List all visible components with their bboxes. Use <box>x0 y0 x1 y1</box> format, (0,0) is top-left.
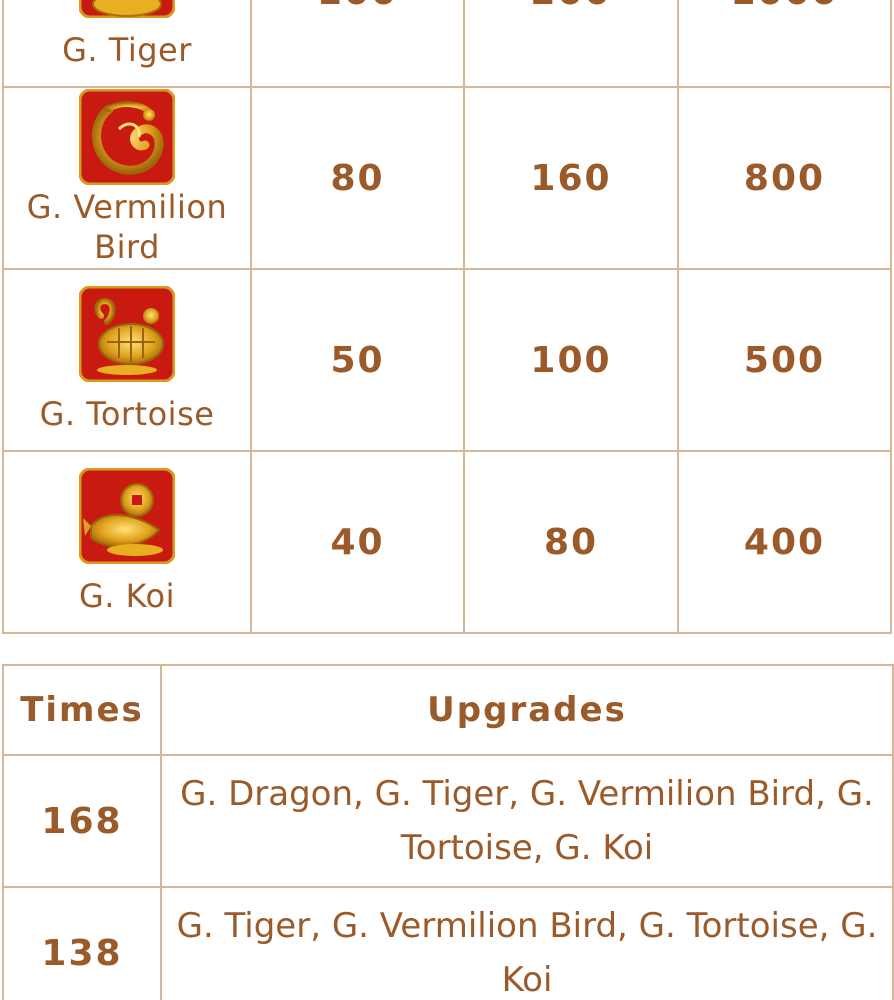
paytable-row-tiger: G. Tiger 100 200 1000 <box>2 0 892 88</box>
upgrades-header-row: Times Upgrades <box>2 664 894 756</box>
payout-cell: 200 <box>463 0 679 88</box>
payout-value: 500 <box>743 339 826 381</box>
symbol-name: G. Tortoise <box>39 395 215 433</box>
payout-value: 50 <box>330 339 385 381</box>
symbol-name: G. Tiger <box>62 31 192 69</box>
payout-cell: 40 <box>250 450 465 634</box>
payout-cell: 80 <box>250 86 465 270</box>
payout-value: 1000 <box>730 0 838 13</box>
golden-tiger-icon <box>79 0 175 18</box>
payout-cell: 80 <box>463 450 679 634</box>
payout-cell: 100 <box>250 0 465 88</box>
paytable-row-vermilion-bird: G. Vermilion Bird 80 160 800 <box>2 86 892 270</box>
symbol-name: G. Vermilion Bird <box>26 188 228 266</box>
golden-tortoise-icon <box>79 286 175 382</box>
payout-value: 100 <box>317 0 398 13</box>
payout-value: 40 <box>330 521 385 563</box>
payout-cell: 800 <box>677 86 892 270</box>
times-value: 138 <box>2 886 162 1000</box>
payout-cell: 400 <box>677 450 892 634</box>
payout-value: 400 <box>743 521 826 563</box>
paytable-row-tortoise: G. Tortoise 50 100 500 <box>2 268 892 452</box>
symbol-cell-tiger: G. Tiger <box>2 0 252 88</box>
payout-value: 80 <box>543 521 599 563</box>
payout-value: 100 <box>530 339 612 381</box>
paytable-page: G. Tiger 100 200 1000 <box>0 0 894 1000</box>
payout-cell: 500 <box>677 268 892 452</box>
golden-koi-icon <box>79 468 175 564</box>
payout-value: 200 <box>530 0 611 13</box>
symbol-cell-tortoise: G. Tortoise <box>2 268 252 452</box>
upgrades-table: Times Upgrades 168 G. Dragon, G. Tiger, … <box>2 664 894 1000</box>
golden-vermilion-bird-icon <box>79 89 175 185</box>
payout-value: 80 <box>330 157 385 199</box>
payout-value: 800 <box>743 157 826 199</box>
payout-cell: 1000 <box>677 0 892 88</box>
upgrades-row: 168 G. Dragon, G. Tiger, G. Vermilion Bi… <box>2 754 894 888</box>
upgrade-list: G. Dragon, G. Tiger, G. Vermilion Bird, … <box>160 754 894 888</box>
symbol-cell-koi: G. Koi <box>2 450 252 634</box>
upgrades-row: 138 G. Tiger, G. Vermilion Bird, G. Tort… <box>2 886 894 1000</box>
symbol-cell-vermilion-bird: G. Vermilion Bird <box>2 86 252 270</box>
payout-cell: 100 <box>463 268 679 452</box>
symbol-name: G. Koi <box>79 577 175 615</box>
upgrades-header: Upgrades <box>160 664 894 756</box>
paytable-row-koi: G. Koi 40 80 400 <box>2 450 892 634</box>
upgrade-list: G. Tiger, G. Vermilion Bird, G. Tortoise… <box>160 886 894 1000</box>
times-header: Times <box>2 664 162 756</box>
symbol-paytable: G. Tiger 100 200 1000 <box>2 0 892 634</box>
payout-cell: 50 <box>250 268 465 452</box>
times-value: 168 <box>2 754 162 888</box>
payout-cell: 160 <box>463 86 679 270</box>
payout-value: 160 <box>530 157 612 199</box>
